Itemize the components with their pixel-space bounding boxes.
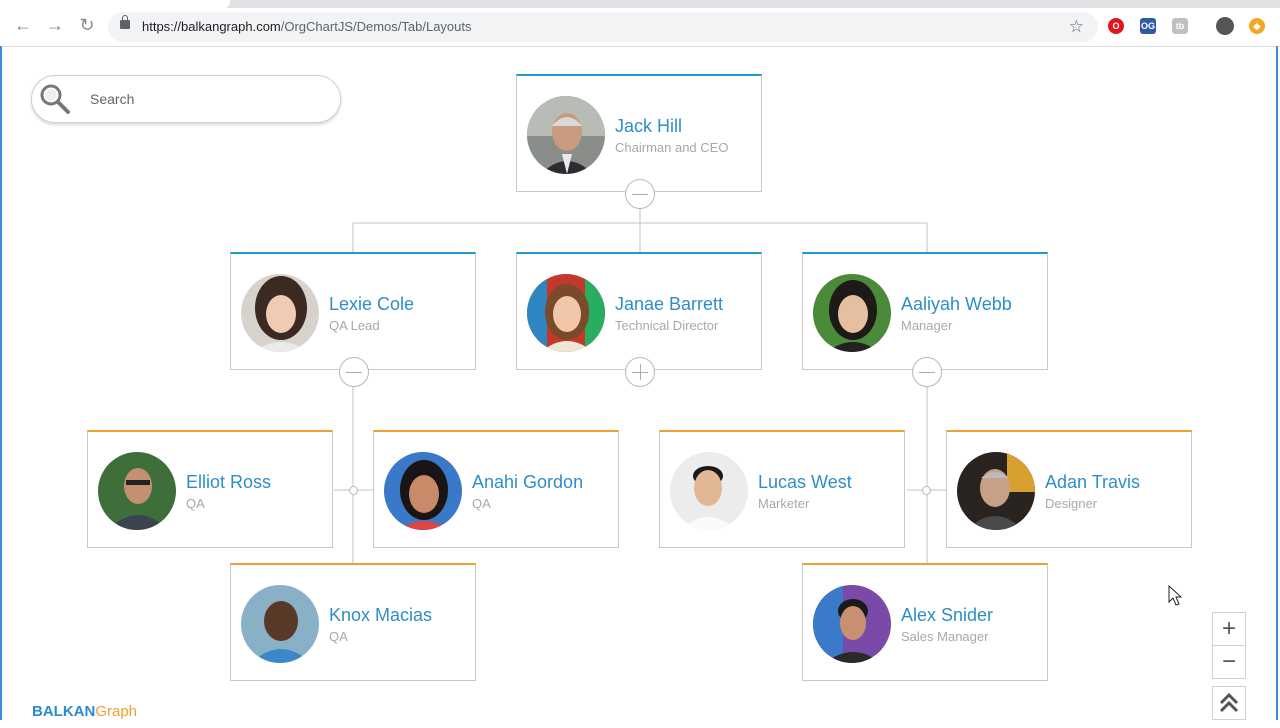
balkangraph-logo[interactable]: BALKANGraph — [32, 703, 137, 720]
node-title: Marketer — [758, 496, 810, 511]
node-title: QA — [329, 629, 348, 644]
node-name: Lucas West — [758, 472, 852, 492]
logo-part-balkan: BALKAN — [32, 703, 96, 720]
node-janae-barrett[interactable]: Janae Barrett Technical Director — [516, 252, 762, 370]
fit-button[interactable] — [1212, 686, 1246, 720]
node-jack-hill[interactable]: Jack Hill Chairman and CEO — [516, 74, 762, 192]
mouse-cursor-icon — [1168, 585, 1183, 606]
node-name: Adan Travis — [1045, 472, 1141, 492]
node-title: Manager — [901, 318, 953, 333]
node-lexie-cole[interactable]: Lexie Cole QA Lead — [230, 252, 476, 370]
node-name: Lexie Cole — [329, 294, 415, 314]
avatar — [241, 585, 319, 663]
collapse-icon[interactable] — [339, 357, 369, 387]
node-anahi-gordon[interactable]: Anahi Gordon QA — [373, 430, 619, 548]
avatar — [527, 274, 605, 352]
node-name: Jack Hill — [615, 116, 683, 136]
node-aaliyah-webb[interactable]: Aaliyah Webb Manager — [802, 252, 1048, 370]
node-title: Chairman and CEO — [615, 140, 729, 155]
link-junction — [349, 486, 358, 495]
avatar — [527, 96, 605, 174]
logo-part-graph: Graph — [95, 703, 138, 720]
node-name: Aaliyah Webb — [901, 294, 1012, 314]
avatar — [670, 452, 748, 530]
node-title: QA Lead — [329, 318, 380, 333]
collapse-icon[interactable] — [625, 179, 655, 209]
zoom-out-button[interactable]: − — [1212, 645, 1246, 679]
avatar — [813, 274, 891, 352]
avatar — [813, 585, 891, 663]
zoom-in-button[interactable]: + — [1212, 612, 1246, 646]
node-lucas-west[interactable]: Lucas West Marketer — [659, 430, 905, 548]
node-title: Designer — [1045, 496, 1098, 511]
node-title: QA — [186, 496, 205, 511]
node-alex-snider[interactable]: Alex Snider Sales Manager — [802, 563, 1048, 681]
node-adan-travis[interactable]: Adan Travis Designer — [946, 430, 1192, 548]
node-title: Technical Director — [615, 318, 719, 333]
node-name: Knox Macias — [329, 605, 433, 625]
link-junction — [922, 486, 931, 495]
avatar — [957, 452, 1035, 530]
avatar — [384, 452, 462, 530]
expand-icon[interactable] — [625, 357, 655, 387]
node-title: QA — [472, 496, 491, 511]
node-name: Anahi Gordon — [472, 472, 584, 492]
node-elliot-ross[interactable]: Elliot Ross QA — [87, 430, 333, 548]
node-name: Janae Barrett — [615, 294, 724, 314]
collapse-icon[interactable] — [912, 357, 942, 387]
avatar — [98, 452, 176, 530]
double-chevron-up-icon — [1219, 692, 1239, 713]
node-knox-macias[interactable]: Knox Macias QA — [230, 563, 476, 681]
node-title: Sales Manager — [901, 629, 989, 644]
node-name: Alex Snider — [901, 605, 994, 625]
node-name: Elliot Ross — [186, 472, 272, 492]
avatar — [241, 274, 319, 352]
